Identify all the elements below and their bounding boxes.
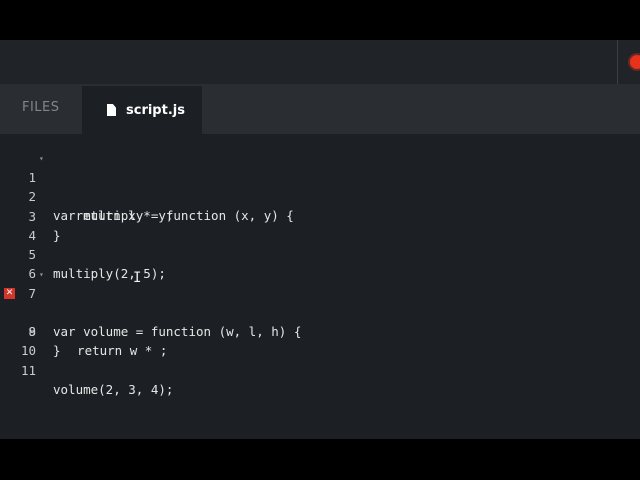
line-number: 11 (20, 363, 36, 378)
code-line[interactable]: 5 multiply(2, 5); (0, 226, 640, 281)
code-line-error[interactable]: ✕ 8 return w * ; (0, 284, 640, 358)
code-line[interactable]: 2 return x * y; (0, 168, 640, 223)
tab-script-js[interactable]: script.js (82, 86, 202, 134)
code-line[interactable]: 7 ▾ var volume = function (w, l, h) { (0, 265, 640, 339)
tab-files[interactable]: FILES (0, 84, 82, 134)
record-icon[interactable] (630, 55, 640, 69)
app-window: FILES script.js 1 ▾ var multiply = funct… (0, 0, 640, 480)
file-icon (107, 104, 116, 116)
code-line[interactable]: 4 (0, 207, 640, 243)
text-cursor-icon: I (133, 270, 142, 286)
fold-arrow-icon[interactable]: ▾ (39, 265, 44, 284)
error-icon[interactable]: ✕ (4, 288, 15, 299)
tab-script-label: script.js (126, 102, 185, 118)
fold-arrow-icon[interactable]: ▾ (39, 149, 44, 168)
bottom-letterbox (0, 439, 640, 480)
code-line[interactable]: 1 ▾ var multiply = function (x, y) { (0, 149, 640, 223)
code-editor[interactable]: 1 ▾ var multiply = function (x, y) { 2 r… (0, 134, 640, 439)
code-line[interactable]: 3 } (0, 188, 640, 243)
code-line[interactable]: 11 volume(2, 3, 4); (0, 342, 640, 397)
tab-bar: FILES script.js (0, 84, 640, 134)
code-line[interactable]: 6 (0, 245, 640, 281)
code-line[interactable]: 10 (0, 322, 640, 358)
toolbar-divider (617, 40, 618, 84)
code-text: volume(2, 3, 4); (53, 382, 174, 397)
tab-files-label: FILES (22, 99, 60, 115)
code-line[interactable]: 9 } (0, 303, 640, 358)
top-toolbar (0, 40, 640, 84)
